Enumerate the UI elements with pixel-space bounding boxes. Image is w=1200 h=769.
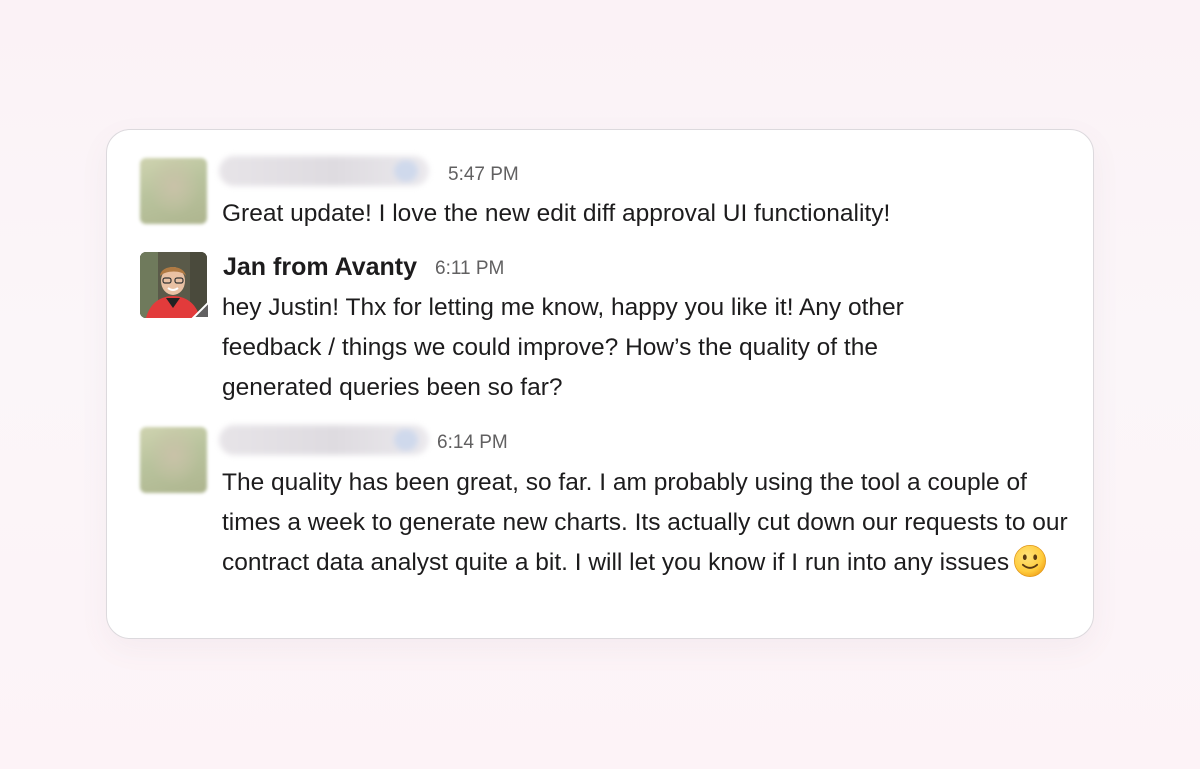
message-thread-card: 5:47 PM Great update! I love the new edi…: [106, 129, 1094, 639]
message-timestamp[interactable]: 6:14 PM: [437, 431, 508, 455]
avatar[interactable]: [140, 158, 207, 224]
message-text-content: The quality has been great, so far. I am…: [222, 469, 1068, 576]
message-timestamp[interactable]: 5:47 PM: [448, 163, 519, 187]
message-text: Great update! I love the new edit diff a…: [222, 200, 891, 227]
sender-name[interactable]: Jan from Avanty: [223, 252, 417, 282]
status-corner-icon: [191, 300, 209, 318]
avatar[interactable]: [140, 427, 207, 493]
message-text: hey Justin! Thx for letting me know, hap…: [222, 294, 904, 401]
message-timestamp[interactable]: 6:11 PM: [435, 257, 504, 281]
sender-name-redacted[interactable]: [219, 156, 429, 186]
slightly-smiling-face-icon: [1014, 544, 1047, 577]
sender-name-redacted[interactable]: [219, 425, 429, 455]
message-text: The quality has been great, so far. I am…: [222, 463, 1072, 583]
